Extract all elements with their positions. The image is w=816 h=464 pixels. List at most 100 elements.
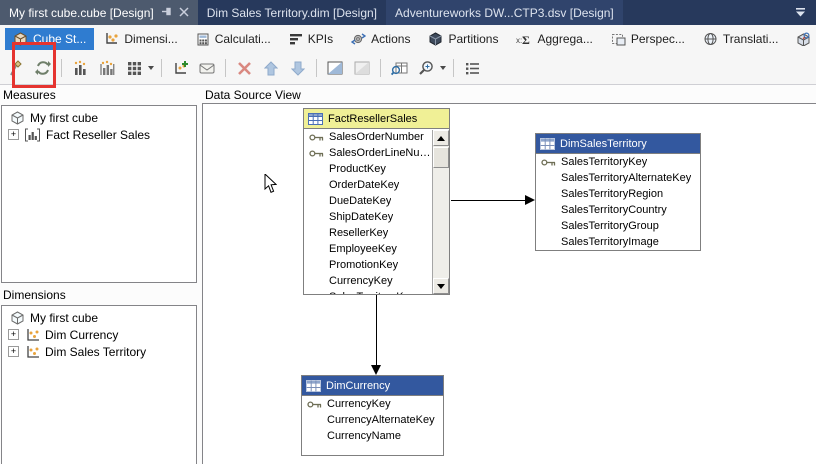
measures-root-node[interactable]: My first cube [2, 109, 196, 126]
toolbar-separator [225, 59, 226, 77]
new-measure-group-icon[interactable] [96, 57, 118, 79]
tab-perspectives[interactable]: Perspec... [603, 28, 693, 50]
tab-kpis[interactable]: KPIs [281, 28, 341, 50]
table-name: DimCurrency [326, 380, 390, 392]
calculations-icon [196, 32, 210, 46]
table-field[interactable]: SalesTerritoryGroup [536, 218, 700, 234]
scrollbar-thumb[interactable] [433, 147, 449, 168]
table-scrollbar[interactable] [432, 130, 449, 294]
table-dim-currency[interactable]: DimCurrency CurrencyKey CurrencyAlternat… [301, 375, 444, 456]
dimensions-root-node[interactable]: My first cube [2, 309, 196, 326]
table-field[interactable]: SalesTerritoryCountry [536, 202, 700, 218]
dimension-icon [24, 345, 40, 359]
table-field[interactable]: PromotionKey [304, 257, 449, 273]
toolbar-separator [161, 59, 162, 77]
table-field[interactable]: SalesTerritoryKey [304, 289, 449, 294]
table-field-list: CurrencyKey CurrencyAlternateKey Currenc… [302, 396, 443, 456]
tab-label: Cube St... [33, 32, 86, 46]
cube-icon [10, 311, 25, 325]
zoom-dropdown-icon[interactable] [440, 66, 446, 70]
tab-cube-structure[interactable]: Cube St... [5, 28, 94, 50]
key-icon [307, 400, 322, 409]
table-header[interactable]: FactResellerSales [304, 109, 449, 129]
doc-tab-adventureworks-dsv[interactable]: Adventureworks DW...CTP3.dsv [Design] [386, 0, 623, 25]
views-icon[interactable] [123, 57, 145, 79]
tab-label: Calculati... [215, 32, 271, 46]
move-up-icon[interactable] [260, 57, 282, 79]
data-source-view-diagram[interactable] [202, 103, 816, 464]
tab-translations[interactable]: Translati... [695, 28, 787, 50]
move-down-icon[interactable] [287, 57, 309, 79]
add-cube-dimension-icon[interactable] [169, 57, 191, 79]
show-diagram-pane-icon[interactable] [324, 57, 346, 79]
tab-actions[interactable]: Actions [343, 28, 418, 50]
table-field-list: SalesTerritoryKey SalesTerritoryAlternat… [536, 154, 700, 250]
table-field[interactable]: ProductKey [304, 161, 449, 177]
close-icon[interactable] [179, 6, 189, 20]
expand-icon[interactable]: + [8, 329, 19, 340]
tab-aggregations[interactable]: x: Σ Aggrega... [508, 28, 600, 50]
show-grid-pane-icon[interactable] [351, 57, 373, 79]
toolbar-separator [316, 59, 317, 77]
table-field[interactable]: CurrencyAlternateKey [302, 412, 443, 428]
relationship-line-fact-to-currency[interactable] [376, 295, 377, 365]
cube-designer-toolbar [0, 52, 816, 85]
tab-calculations[interactable]: Calculati... [188, 28, 279, 50]
doc-tab-my-first-cube[interactable]: My first cube.cube [Design] [0, 0, 198, 25]
relationship-line-fact-to-territory[interactable] [451, 200, 527, 201]
scroll-down-icon[interactable] [433, 278, 449, 294]
browse-data-icon[interactable] [388, 57, 410, 79]
delete-icon[interactable] [233, 57, 255, 79]
partitions-icon [428, 32, 443, 46]
measures-node-fact-reseller-sales[interactable]: + Fact Reseller Sales [2, 126, 196, 143]
process-icon[interactable] [32, 57, 54, 79]
table-field[interactable]: CurrencyKey [302, 396, 443, 412]
designer-tab-strip: Cube St... Dimensi... Calculati... KPIs [0, 25, 816, 52]
table-field[interactable]: DueDateKey [304, 193, 449, 209]
table-field[interactable]: SalesTerritoryKey [536, 154, 700, 170]
table-field[interactable]: CurrencyName [302, 428, 443, 444]
table-field[interactable]: SalesOrderNumber [304, 129, 449, 145]
table-dim-sales-territory[interactable]: DimSalesTerritory SalesTerritoryKey Sale… [535, 133, 701, 251]
tab-browser[interactable]: Browser [788, 28, 816, 50]
table-field[interactable]: ResellerKey [304, 225, 449, 241]
tab-label: KPIs [308, 32, 333, 46]
table-field[interactable]: EmployeeKey [304, 241, 449, 257]
node-label: My first cube [30, 111, 98, 125]
add-business-intelligence-icon[interactable] [5, 57, 27, 79]
scroll-up-icon[interactable] [433, 130, 449, 146]
tab-dimension-usage[interactable]: Dimensi... [96, 28, 185, 50]
measure-group-icon [24, 128, 41, 142]
define-hierarchy-icon[interactable] [196, 57, 218, 79]
doc-tab-dim-sales-territory[interactable]: Dim Sales Territory.dim [Design] [198, 0, 386, 25]
outline-icon[interactable] [461, 57, 483, 79]
table-field[interactable]: SalesTerritoryImage [536, 234, 700, 250]
tab-list-dropdown-icon[interactable] [785, 0, 816, 25]
zoom-icon[interactable] [415, 57, 437, 79]
table-field[interactable]: ShipDateKey [304, 209, 449, 225]
table-field[interactable]: SalesTerritoryRegion [536, 186, 700, 202]
table-icon [306, 380, 321, 392]
pin-icon[interactable] [161, 6, 172, 20]
cube-structure-workspace: Measures My first cube + Fact Reseller S… [0, 85, 816, 464]
table-field[interactable]: CurrencyKey [304, 273, 449, 289]
views-dropdown-icon[interactable] [148, 66, 154, 70]
table-fact-reseller-sales[interactable]: FactResellerSales SalesOrderNumber Sales… [303, 108, 450, 295]
table-name: FactResellerSales [328, 113, 417, 125]
doc-tab-label: My first cube.cube [Design] [9, 6, 154, 20]
dimensions-node-dim-currency[interactable]: + Dim Currency [2, 326, 196, 343]
new-measure-icon[interactable] [69, 57, 91, 79]
node-label: My first cube [30, 311, 98, 325]
table-header[interactable]: DimCurrency [302, 376, 443, 396]
cube-structure-icon [13, 32, 28, 46]
table-field[interactable]: SalesTerritoryAlternateKey [536, 170, 700, 186]
table-field[interactable]: SalesOrderLineNum... [304, 145, 449, 161]
dimensions-node-dim-sales-territory[interactable]: + Dim Sales Territory [2, 343, 196, 360]
expand-icon[interactable]: + [8, 346, 19, 357]
table-field[interactable]: OrderDateKey [304, 177, 449, 193]
tab-partitions[interactable]: Partitions [420, 28, 506, 50]
expand-icon[interactable]: + [8, 129, 19, 140]
table-header[interactable]: DimSalesTerritory [536, 134, 700, 154]
data-source-view-title: Data Source View [205, 88, 301, 102]
perspectives-icon [611, 32, 626, 46]
